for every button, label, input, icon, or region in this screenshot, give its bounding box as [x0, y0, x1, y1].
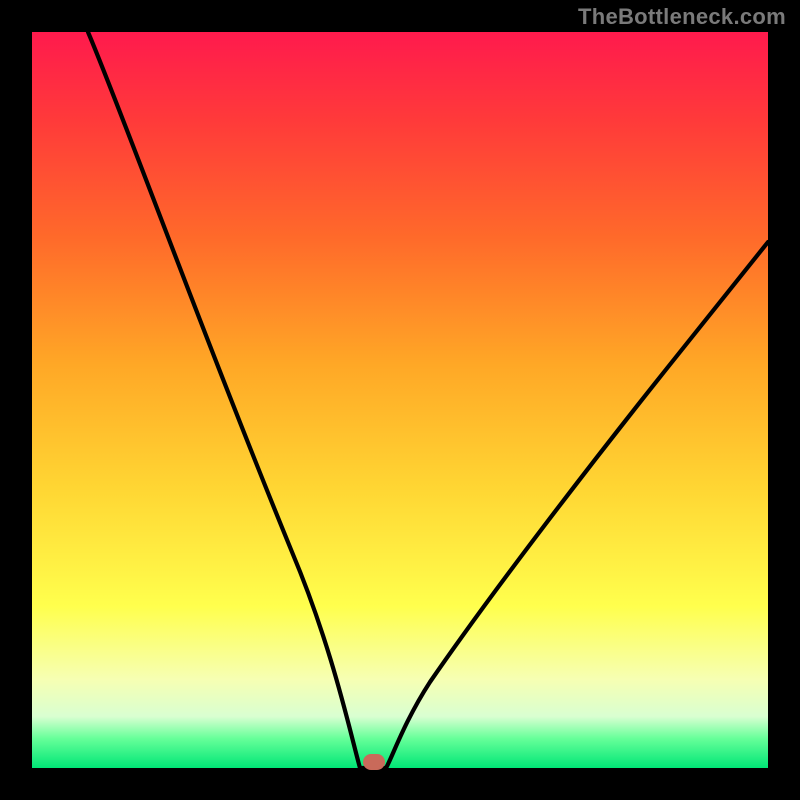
- curve-left-branch: [88, 32, 360, 768]
- watermark-text: TheBottleneck.com: [578, 4, 786, 30]
- bottleneck-curve: [32, 32, 768, 768]
- chart-frame: TheBottleneck.com: [0, 0, 800, 800]
- curve-right-branch: [386, 242, 768, 768]
- plot-area: [32, 32, 768, 768]
- optimum-marker: [363, 754, 385, 770]
